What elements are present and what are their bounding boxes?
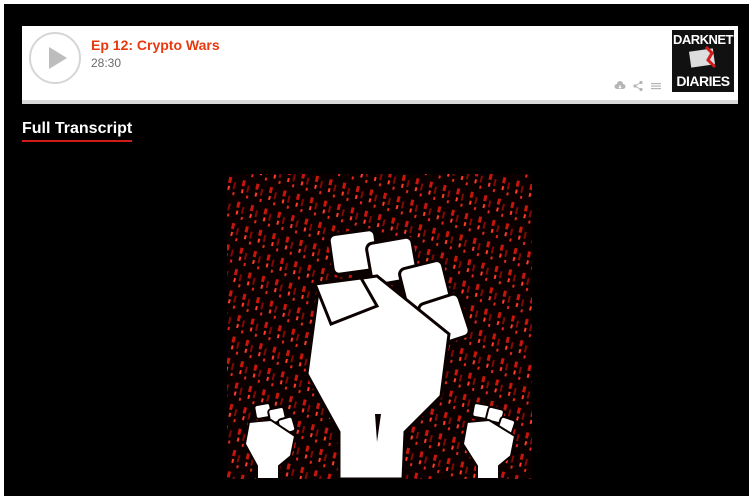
episode-artwork xyxy=(227,174,532,479)
artwork-image xyxy=(227,174,532,479)
logo-text-bottom: DIARIES xyxy=(676,73,730,89)
page-frame: Ep 12: Crypto Wars 28:30 DARKNET DIARIES… xyxy=(4,4,749,496)
playlist-icon[interactable] xyxy=(650,79,662,91)
full-transcript-link[interactable]: Full Transcript xyxy=(22,120,133,142)
play-icon xyxy=(49,47,67,69)
play-button[interactable] xyxy=(29,32,81,84)
download-icon[interactable] xyxy=(614,79,626,91)
share-icon[interactable] xyxy=(632,79,644,92)
player-actions xyxy=(614,78,662,92)
episode-duration: 28:30 xyxy=(91,56,122,70)
audio-player: Ep 12: Crypto Wars 28:30 DARKNET DIARIES xyxy=(22,26,738,104)
podcast-logo[interactable]: DARKNET DIARIES xyxy=(672,30,734,92)
episode-title[interactable]: Ep 12: Crypto Wars xyxy=(91,37,220,53)
